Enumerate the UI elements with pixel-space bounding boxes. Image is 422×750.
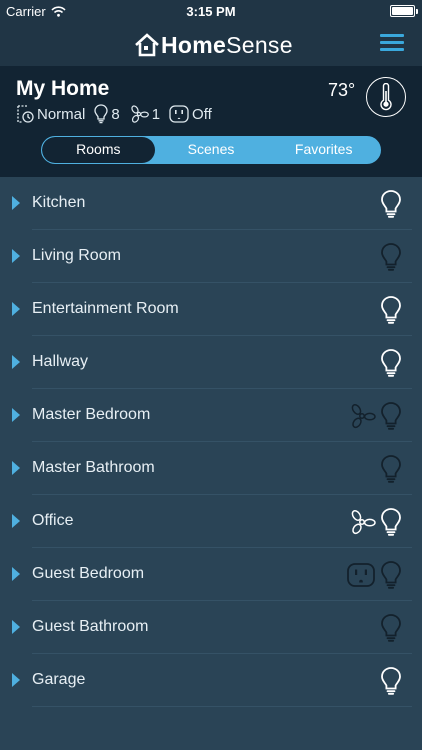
home-summary: My Home Normal 8 1 Off 73° Rooms Scenes …: [0, 66, 422, 177]
disclosure-triangle-icon: [12, 620, 20, 634]
mode-label: Normal: [37, 105, 86, 123]
status-bar: Carrier 3:15 PM: [0, 0, 422, 22]
home-title: My Home: [16, 77, 110, 100]
room-device-icons: [380, 348, 402, 378]
lightbulb-icon: [94, 104, 108, 124]
lights-count: 8: [111, 105, 120, 123]
room-row-living-room[interactable]: Living Room: [0, 230, 422, 283]
room-row-entertainment-room[interactable]: Entertainment Room: [0, 283, 422, 336]
room-row-hallway[interactable]: Hallway: [0, 336, 422, 389]
outlet-icon[interactable]: [346, 562, 376, 588]
battery-icon: [390, 5, 418, 17]
lightbulb-icon[interactable]: [380, 401, 402, 431]
outlet-status: Off: [169, 105, 212, 123]
menu-bar-line: [380, 48, 404, 51]
mode-status: Normal: [16, 104, 85, 124]
room-row-kitchen[interactable]: Kitchen: [0, 177, 422, 230]
room-name: Kitchen: [32, 194, 86, 211]
outlet-state: Off: [192, 105, 212, 123]
lightbulb-icon[interactable]: [380, 666, 402, 696]
room-row-office[interactable]: Office: [0, 495, 422, 548]
disclosure-triangle-icon: [12, 355, 20, 369]
room-name: Master Bedroom: [32, 406, 151, 423]
lightbulb-icon[interactable]: [380, 348, 402, 378]
temperature-readout: 73°: [328, 80, 356, 100]
lightbulb-icon[interactable]: [380, 560, 402, 590]
room-row-master-bathroom[interactable]: Master Bathroom: [0, 442, 422, 495]
disclosure-triangle-icon: [12, 196, 20, 210]
room-device-icons: [346, 560, 402, 590]
thermometer-icon: [380, 83, 392, 111]
room-name: Living Room: [32, 247, 121, 264]
disclosure-triangle-icon: [12, 461, 20, 475]
room-device-icons: [380, 189, 402, 219]
room-list: Kitchen Living Room Entertainment Room Hall…: [0, 177, 422, 707]
room-name: Entertainment Room: [32, 300, 179, 317]
fans-status: 1: [129, 105, 160, 123]
menu-bar-line: [380, 41, 404, 44]
lightbulb-icon[interactable]: [380, 242, 402, 272]
fans-count: 1: [151, 105, 161, 123]
disclosure-triangle-icon: [12, 249, 20, 263]
room-device-icons: [348, 401, 402, 431]
house-logo-icon: [135, 33, 159, 57]
room-name: Master Bathroom: [32, 459, 155, 476]
fan-icon[interactable]: [348, 509, 376, 535]
disclosure-triangle-icon: [12, 673, 20, 687]
room-device-icons: [380, 295, 402, 325]
lightbulb-icon[interactable]: [380, 295, 402, 325]
tab-favorites[interactable]: Favorites: [267, 137, 380, 163]
lightbulb-icon[interactable]: [380, 613, 402, 643]
room-device-icons: [380, 613, 402, 643]
fan-icon: [131, 105, 149, 123]
room-row-guest-bathroom[interactable]: Guest Bathroom: [0, 601, 422, 654]
disclosure-triangle-icon: [12, 408, 20, 422]
room-device-icons: [380, 666, 402, 696]
lightbulb-icon[interactable]: [380, 507, 402, 537]
menu-button[interactable]: [380, 33, 404, 53]
schedule-clock-icon: [17, 105, 34, 123]
brand-name-home: Home: [161, 32, 227, 58]
nav-bar: Home Sense: [0, 22, 422, 66]
thermostat-button[interactable]: [366, 77, 406, 117]
room-name: Garage: [32, 671, 86, 688]
menu-bar-line: [380, 34, 404, 37]
status-time: 3:15 PM: [186, 4, 236, 19]
room-name: Hallway: [32, 353, 89, 370]
disclosure-triangle-icon: [12, 302, 20, 316]
room-device-icons: [380, 454, 402, 484]
room-row-garage[interactable]: Garage: [0, 654, 422, 707]
lights-status: 8: [94, 104, 120, 124]
tab-scenes[interactable]: Scenes: [155, 137, 268, 163]
lightbulb-icon[interactable]: [380, 189, 402, 219]
home-stats: Normal 8 1 Off: [16, 104, 221, 124]
disclosure-triangle-icon: [12, 514, 20, 528]
lightbulb-icon[interactable]: [380, 454, 402, 484]
room-row-guest-bedroom[interactable]: Guest Bedroom: [0, 548, 422, 601]
view-tabs: Rooms Scenes Favorites: [41, 136, 381, 164]
outlet-icon: [169, 105, 189, 123]
room-name: Office: [32, 512, 74, 529]
brand-name-sense: Sense: [226, 32, 293, 58]
room-name: Guest Bathroom: [32, 618, 149, 635]
room-device-icons: [348, 507, 402, 537]
room-device-icons: [380, 242, 402, 272]
tab-rooms[interactable]: Rooms: [42, 137, 155, 163]
room-row-master-bedroom[interactable]: Master Bedroom: [0, 389, 422, 442]
app-logo: Home Sense: [134, 28, 293, 58]
fan-icon[interactable]: [348, 403, 376, 429]
room-name: Guest Bedroom: [32, 565, 145, 582]
disclosure-triangle-icon: [12, 567, 20, 581]
